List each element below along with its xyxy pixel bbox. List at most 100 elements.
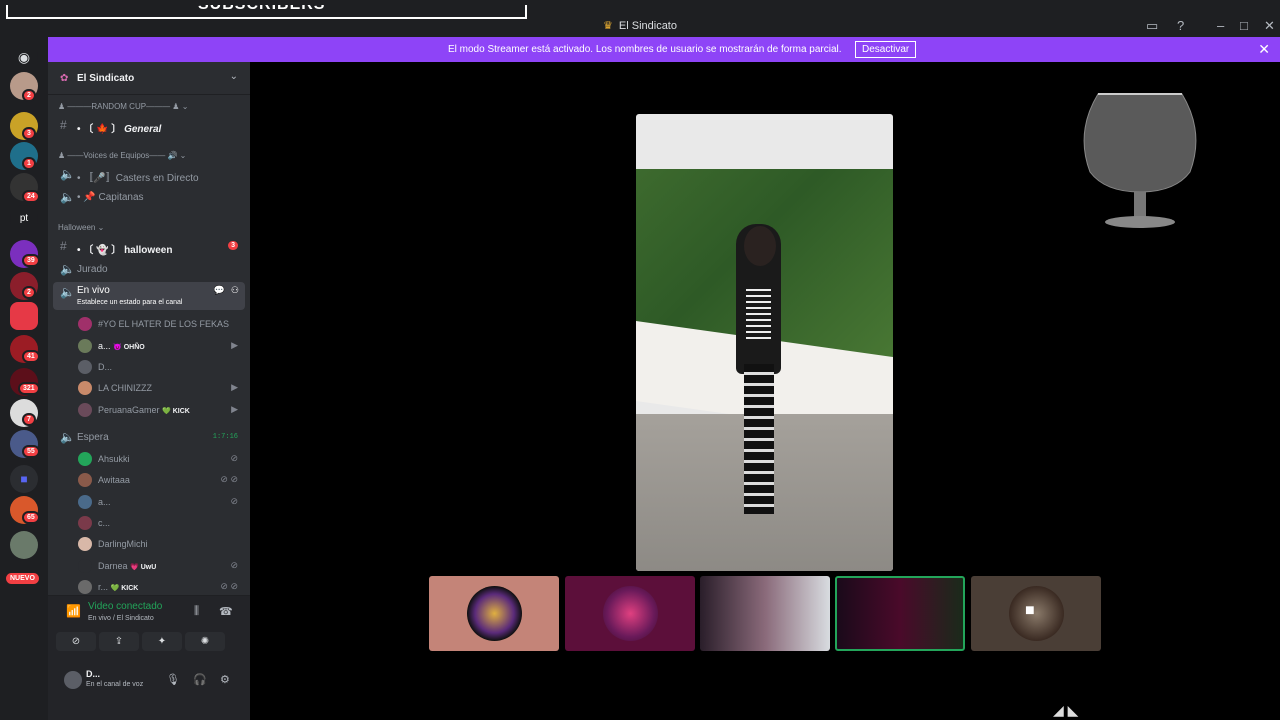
member-name: Awitaaa	[98, 475, 130, 485]
channel-status[interactable]: Establece un estado para el canal	[77, 299, 182, 306]
add-member-icon[interactable]: ⚇	[231, 285, 239, 296]
main-video-stream[interactable]	[636, 114, 893, 571]
member-name: r... 💚 KICK	[98, 582, 139, 592]
server-badge: 41	[22, 350, 40, 363]
member-name: Ahsukki	[98, 454, 130, 464]
microphone-icon[interactable]: 🎙	[166, 673, 180, 686]
deafened-icon: ⊘ ⊘	[220, 474, 238, 484]
voice-member[interactable]: a... 😈 OHÑO ▶	[48, 336, 250, 356]
voice-member[interactable]: DarlingMichi	[48, 534, 250, 554]
mention-badge: 3	[228, 241, 238, 250]
avatar	[78, 473, 92, 487]
voice-location[interactable]: En vivo / El Sindicato	[88, 615, 154, 622]
channel-halloween[interactable]: # • 〔 👻 〕 halloween 3	[48, 236, 250, 256]
voice-member[interactable]: D...	[48, 357, 250, 377]
window-title: ♛ El Sindicato	[0, 19, 1280, 32]
avatar	[78, 495, 92, 509]
camera-off-icon[interactable]: ⊘	[56, 632, 96, 651]
category-random-cup[interactable]: ♟ ———RANDOM CUP——— ♟ ⌄	[58, 102, 188, 111]
member-name: c...	[98, 518, 111, 528]
server-icon[interactable]	[10, 531, 38, 559]
channel-general[interactable]: # • 〔 🍁 〕 General	[48, 115, 250, 135]
help-icon[interactable]: ?	[1177, 18, 1184, 33]
participant-tile[interactable]	[429, 576, 559, 651]
voice-member[interactable]: Ahsukki ⊘	[48, 449, 250, 469]
participant-tile[interactable]: ■	[971, 576, 1101, 651]
chat-icon[interactable]: 💬	[214, 285, 225, 296]
channel-casters[interactable]: 🔈 • 〚🎤〛Casters en Directo	[48, 164, 250, 184]
server-list: ◉ 2 3 1 24 pt 39 2 41 321 7 55 ■ 65 NUEV…	[0, 37, 48, 720]
screen-share-icon[interactable]: ⇪	[99, 632, 139, 651]
gear-icon[interactable]: ⚙	[220, 673, 230, 686]
guild-header[interactable]: ✿ El Sindicato ⌄	[48, 62, 250, 95]
deactivate-button[interactable]: Desactivar	[855, 41, 917, 58]
chevron-down-icon[interactable]: ⌄	[230, 71, 238, 82]
maximize-button[interactable]: □	[1240, 18, 1248, 33]
text-channel-icon: #	[60, 239, 67, 253]
voice-member[interactable]: Awitaaa ⊘ ⊘	[48, 470, 250, 490]
soundboard-icon[interactable]: ✺	[185, 632, 225, 651]
participant-video[interactable]	[700, 576, 830, 651]
voice-member[interactable]: LA CHINIZZZ ▶	[48, 378, 250, 398]
member-name: PeruanaGamer 💚 KICK	[98, 405, 190, 415]
voice-member[interactable]: PeruanaGamer 💚 KICK ▶	[48, 400, 250, 420]
participant-tile[interactable]	[565, 576, 695, 651]
user-panel: D... En el canal de voz 🎙 🎧 ⚙	[48, 659, 250, 720]
participant-video-speaking[interactable]	[835, 576, 965, 651]
avatar	[78, 580, 92, 594]
glass-overlay-image	[1083, 93, 1197, 228]
channel-capitanas[interactable]: 🔈 • 📌 Capitanas	[48, 187, 250, 207]
member-name: D...	[98, 362, 113, 372]
voice-status[interactable]: Video conectado	[88, 601, 162, 612]
voice-member[interactable]: Darnea 💗 UwU ⊘	[48, 556, 250, 576]
voice-member[interactable]: a... ⊘	[48, 492, 250, 512]
deafened-icon: ⊘ ⊘	[220, 581, 238, 591]
participant-avatar	[603, 586, 658, 641]
server-badge: 65	[22, 511, 40, 524]
user-name[interactable]: D...	[86, 669, 100, 679]
activities-icon[interactable]: ✦	[142, 632, 182, 651]
signal-icon[interactable]: 📶	[66, 604, 81, 618]
channel-jurado[interactable]: 🔈 Jurado	[48, 259, 250, 279]
server-icon[interactable]	[10, 302, 38, 330]
disconnect-icon[interactable]: ☎	[219, 605, 233, 618]
text-channel-icon: #	[60, 118, 67, 132]
member-name: a...	[98, 497, 111, 507]
server-badge: 2	[22, 89, 36, 102]
category-voices[interactable]: ♟ ——Voices de Equipos—— 🔊 ⌄	[58, 151, 186, 160]
noise-suppression-icon[interactable]: ⫼	[194, 605, 199, 618]
voice-member[interactable]: #YO EL HATER DE LOS FEKAS	[48, 314, 250, 334]
voice-member[interactable]: r... 💚 KICK ⊘ ⊘	[48, 577, 250, 597]
video-person-head	[744, 226, 776, 266]
category-halloween[interactable]: Halloween ⌄	[58, 223, 104, 232]
banner-close-icon[interactable]: ✕	[1258, 41, 1270, 58]
camera-icon: ▶	[231, 404, 238, 414]
avatar	[78, 381, 92, 395]
folder-icon[interactable]: ■	[10, 465, 38, 493]
stream-overlay-frame: SUBSCRIBERS	[6, 5, 527, 19]
muted-icon: ⊘	[230, 560, 238, 570]
channel-espera[interactable]: 🔈 Espera 1:7:16	[48, 427, 250, 447]
avatar	[78, 559, 92, 573]
new-badge[interactable]: NUEVO	[6, 573, 39, 584]
server-badge: 3	[22, 127, 36, 140]
avatar	[78, 452, 92, 466]
voice-member[interactable]: c...	[48, 513, 250, 533]
camera-icon: ▶	[231, 340, 238, 350]
guild-name: El Sindicato	[77, 73, 135, 84]
camera-icon: ▶	[231, 382, 238, 392]
avatar[interactable]	[64, 671, 82, 689]
title-bar: SUBSCRIBERS ♛ El Sindicato ▭ ? – □ ✕	[0, 0, 1280, 37]
speaker-icon: 🔈	[60, 430, 75, 444]
server-icon-pt[interactable]: pt	[10, 205, 38, 233]
inbox-icon[interactable]: ▭	[1146, 18, 1158, 34]
channel-envivo[interactable]: 🔈 En vivo Establece un estado para el ca…	[53, 282, 245, 310]
headphones-icon[interactable]: 🎧	[193, 673, 207, 686]
minimize-button[interactable]: –	[1217, 18, 1224, 33]
speaker-icon: 🔈	[60, 262, 75, 276]
avatar	[78, 339, 92, 353]
video-stage: ■ ◢ ◣	[250, 62, 1280, 720]
avatar	[78, 317, 92, 331]
discord-home-icon[interactable]: ◉	[10, 43, 38, 71]
close-window-button[interactable]: ✕	[1264, 18, 1275, 34]
